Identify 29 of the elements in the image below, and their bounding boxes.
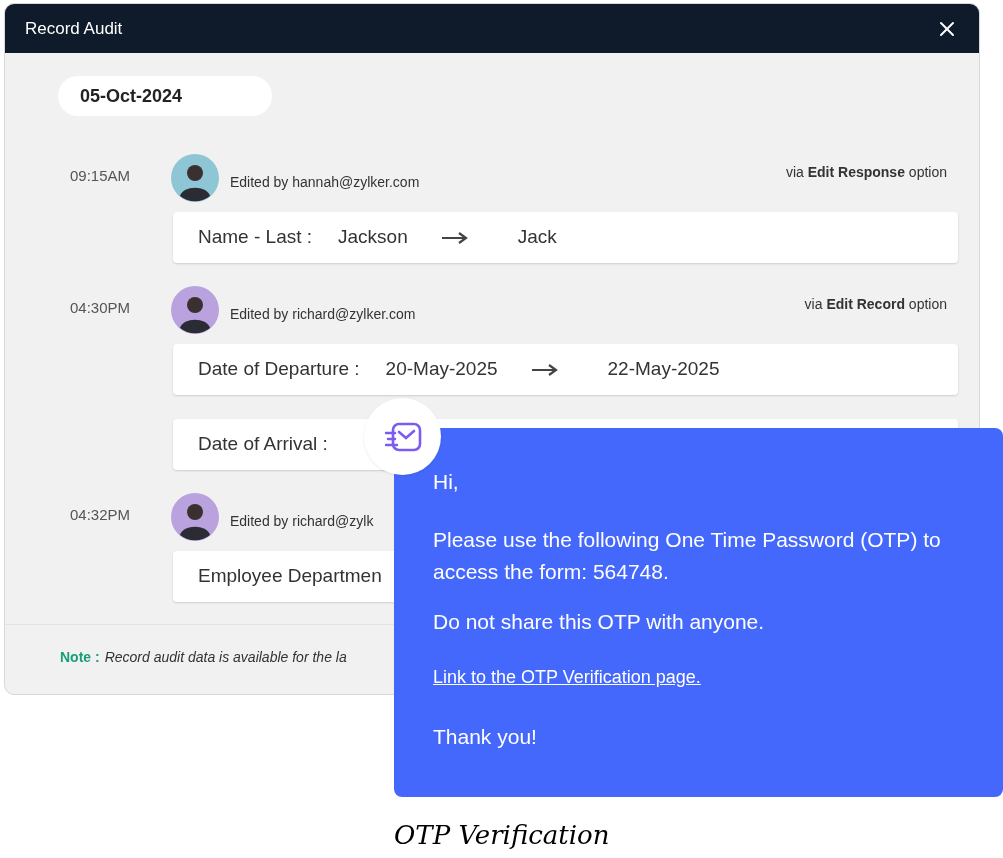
envelope-icon bbox=[382, 420, 423, 453]
new-value: Jack bbox=[517, 225, 557, 250]
new-value: 22-May-2025 bbox=[607, 357, 720, 382]
message-paragraph: Do not share this OTP with anyone. bbox=[433, 609, 766, 635]
editor-text: Edited by hannah@zylker.com bbox=[230, 172, 420, 192]
closing-text: Thank you! bbox=[433, 724, 537, 750]
message-paragraph: Please use the following One Time Password (OTP) to access the form: 564748. bbox=[433, 527, 942, 585]
time-label: 04:32PM bbox=[70, 504, 132, 525]
verification-link[interactable]: Link to the OTP Verification page. bbox=[433, 665, 701, 689]
old-value: Jackson bbox=[338, 225, 408, 250]
editor-text: Edited by richard@zylk bbox=[230, 511, 374, 531]
source-text: via Edit Response option bbox=[785, 162, 947, 182]
time-label: 09:15AM bbox=[70, 165, 132, 186]
field-label: Date of Departure : bbox=[198, 357, 360, 382]
note-label: Note : bbox=[60, 649, 100, 665]
time-label: 04:30PM bbox=[70, 297, 132, 318]
greeting-text: Hi, bbox=[433, 469, 460, 495]
date-pill: 05-Oct-2024 bbox=[58, 76, 272, 116]
window-title: Record Audit bbox=[25, 17, 123, 40]
old-value: 20-May-2025 bbox=[385, 357, 498, 382]
arrow-icon bbox=[531, 363, 558, 376]
field-label: Date of Arrival : bbox=[198, 432, 328, 457]
editor-text: Edited by richard@zylker.com bbox=[230, 304, 416, 324]
source-text: via Edit Record option bbox=[804, 294, 947, 314]
note-text: Record audit data is available for the la bbox=[104, 649, 347, 665]
field-label: Employee Departmen bbox=[198, 564, 382, 589]
caption: OTP Verification bbox=[394, 819, 610, 852]
arrow-icon bbox=[441, 231, 468, 244]
field-label: Name - Last : bbox=[198, 225, 313, 250]
